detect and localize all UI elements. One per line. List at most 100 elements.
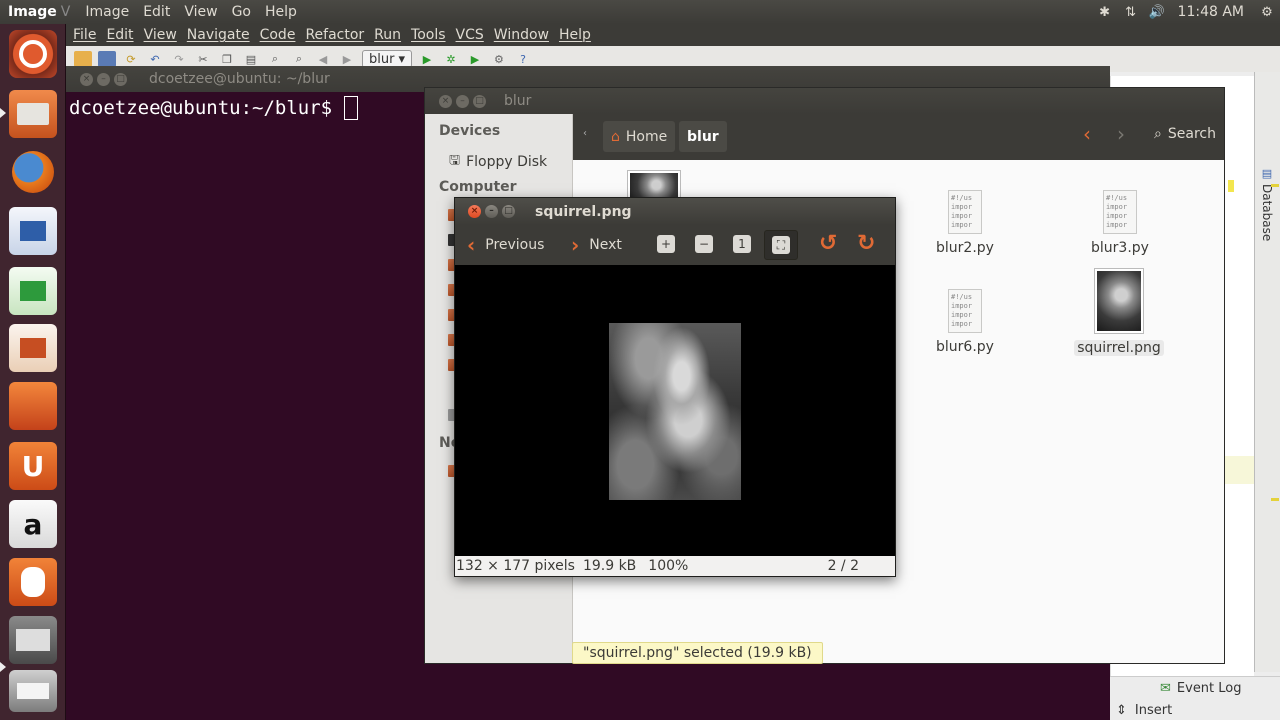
maximize-icon[interactable]: □ xyxy=(114,72,127,86)
amazon-icon[interactable]: a xyxy=(9,500,57,548)
ubuntu-dash-icon[interactable] xyxy=(9,30,57,78)
breadcrumb-current[interactable]: blur xyxy=(679,121,727,152)
forward-button[interactable]: › xyxy=(1117,122,1125,146)
image-viewer-window[interactable]: × – □ squirrel.png ‹ Previous › Next + −… xyxy=(454,197,896,577)
breadcrumb-scroll-left-icon[interactable]: ‹ xyxy=(583,128,587,139)
next-label: Next xyxy=(589,237,622,253)
files-icon[interactable] xyxy=(9,90,57,138)
file-item-blur6[interactable]: #!/us impor impor impor blur6.py xyxy=(915,289,1015,355)
maximize-icon[interactable]: □ xyxy=(502,205,515,218)
zoom-in-icon[interactable]: + xyxy=(657,235,675,253)
menu-go[interactable]: Go xyxy=(225,4,258,20)
menu-image[interactable]: Image xyxy=(78,4,136,20)
copy-icon[interactable]: ❐ xyxy=(218,51,236,67)
system-settings-icon[interactable] xyxy=(9,616,57,664)
firefox-icon[interactable] xyxy=(9,148,57,196)
help-icon[interactable]: ? xyxy=(514,51,532,67)
ide-menu-refactor[interactable]: Refactor xyxy=(300,27,369,43)
file-item-blur2[interactable]: #!/us impor impor impor blur2.py xyxy=(915,190,1015,256)
calc-icon[interactable] xyxy=(9,267,57,315)
event-log-button[interactable]: ✉ Event Log xyxy=(1160,681,1242,696)
ide-menu-vcs[interactable]: VCS xyxy=(451,27,489,43)
file-item-blur3[interactable]: #!/us impor impor impor blur3.py xyxy=(1070,190,1170,256)
sync-icon[interactable]: ⟳ xyxy=(122,51,140,67)
volume-icon[interactable]: 🔊 xyxy=(1144,5,1170,20)
ide-menu-file[interactable]: File xyxy=(68,27,101,43)
ide-menubar: File Edit View Navigate Code Refactor Ru… xyxy=(66,24,1280,46)
paste-icon[interactable]: ▤ xyxy=(242,51,260,67)
close-icon[interactable]: × xyxy=(80,72,93,86)
ide-menu-navigate[interactable]: Navigate xyxy=(182,27,255,43)
minimize-icon[interactable]: – xyxy=(485,205,498,218)
redo-icon[interactable]: ↷ xyxy=(170,51,188,67)
file-manager-titlebar[interactable]: × – □ blur xyxy=(425,88,1224,114)
previous-button[interactable]: ‹ Previous xyxy=(467,233,544,257)
back-button[interactable]: ‹ xyxy=(1083,122,1091,146)
writer-icon[interactable] xyxy=(9,207,57,255)
printer-icon[interactable] xyxy=(9,670,57,712)
bluetooth-icon[interactable]: ✱ xyxy=(1092,5,1118,20)
rotate-left-icon[interactable]: ↺ xyxy=(819,231,837,256)
menu-edit[interactable]: Edit xyxy=(136,4,177,20)
image-viewer-titlebar[interactable]: × – □ squirrel.png xyxy=(455,198,895,225)
network-icon[interactable]: ⇅ xyxy=(1118,5,1144,20)
breadcrumb-home[interactable]: ⌂ Home xyxy=(603,121,676,152)
image-viewer-statusbar: 132 × 177 pixels 19.9 kB 100% 2 / 2 xyxy=(455,556,895,576)
image-viewer-title: squirrel.png xyxy=(535,203,632,220)
ubuntu-one-icon[interactable]: U xyxy=(9,442,57,490)
best-fit-button[interactable]: ⛶ xyxy=(764,230,798,260)
rotate-right-icon[interactable]: ↻ xyxy=(857,231,875,256)
close-icon[interactable]: × xyxy=(439,94,452,108)
ide-menu-view[interactable]: View xyxy=(139,27,182,43)
settings-icon[interactable]: ⚙ xyxy=(490,51,508,67)
minimize-icon[interactable]: – xyxy=(456,94,469,108)
coverage-icon[interactable]: ▶ xyxy=(466,51,484,67)
sort-icon: ⇕ xyxy=(1116,703,1127,718)
back-icon[interactable]: ◀ xyxy=(314,51,332,67)
file-item-squirrel[interactable]: squirrel.png xyxy=(1069,268,1169,356)
ide-menu-run[interactable]: Run xyxy=(369,27,406,43)
run-config-label: blur xyxy=(369,51,395,67)
sidebar-item-floppy[interactable]: 🖫 Floppy Disk xyxy=(449,151,547,173)
zoom-out-icon[interactable]: − xyxy=(695,235,713,253)
minimize-icon[interactable]: – xyxy=(97,72,110,86)
active-app-title: Image xyxy=(8,4,57,20)
run-icon[interactable]: ▶ xyxy=(418,51,436,67)
ide-menu-edit[interactable]: Edit xyxy=(101,27,138,43)
database-tab[interactable]: ▤ Database xyxy=(1256,167,1278,263)
clock[interactable]: 11:48 AM xyxy=(1170,4,1254,20)
ide-menu-window[interactable]: Window xyxy=(489,27,554,43)
software-center-icon[interactable] xyxy=(9,382,57,430)
menu-view[interactable]: View xyxy=(177,4,224,20)
impress-icon[interactable] xyxy=(9,324,57,372)
ide-menu-code[interactable]: Code xyxy=(255,27,301,43)
close-icon[interactable]: × xyxy=(468,205,481,218)
running-indicator xyxy=(0,662,6,672)
find-icon[interactable]: ⌕ xyxy=(266,51,284,67)
debug-icon[interactable]: ✲ xyxy=(442,51,460,67)
gear-icon[interactable]: ⚙ xyxy=(1254,5,1280,20)
image-canvas[interactable] xyxy=(455,265,895,556)
search-icon: ⌕ xyxy=(1154,126,1162,142)
replace-icon[interactable]: ⌕ xyxy=(290,51,308,67)
terminal-prompt[interactable]: dcoetzee@ubuntu:~/blur$ xyxy=(69,96,359,120)
save-icon[interactable] xyxy=(98,51,116,67)
maximize-icon[interactable]: □ xyxy=(473,94,486,108)
ide-menu-tools[interactable]: Tools xyxy=(406,27,451,43)
breadcrumb-home-label: Home xyxy=(625,128,668,145)
ide-menu-help[interactable]: Help xyxy=(554,27,596,43)
cut-icon[interactable]: ✂ xyxy=(194,51,212,67)
file-name: blur2.py xyxy=(936,240,994,256)
ubuntu-one-music-icon[interactable] xyxy=(9,558,57,606)
insert-mode-indicator[interactable]: ⇕ Insert xyxy=(1116,703,1172,718)
search-button[interactable]: ⌕ Search xyxy=(1154,126,1216,142)
chevron-right-icon: › xyxy=(571,233,580,257)
forward-icon[interactable]: ▶ xyxy=(338,51,356,67)
normal-size-icon[interactable]: 1 xyxy=(733,235,751,253)
open-icon[interactable] xyxy=(74,51,92,67)
active-app-title-overflow: V xyxy=(60,4,71,20)
undo-icon[interactable]: ↶ xyxy=(146,51,164,67)
event-log-label: Event Log xyxy=(1176,681,1242,696)
next-button[interactable]: › Next xyxy=(571,233,622,257)
menu-help[interactable]: Help xyxy=(258,4,304,20)
